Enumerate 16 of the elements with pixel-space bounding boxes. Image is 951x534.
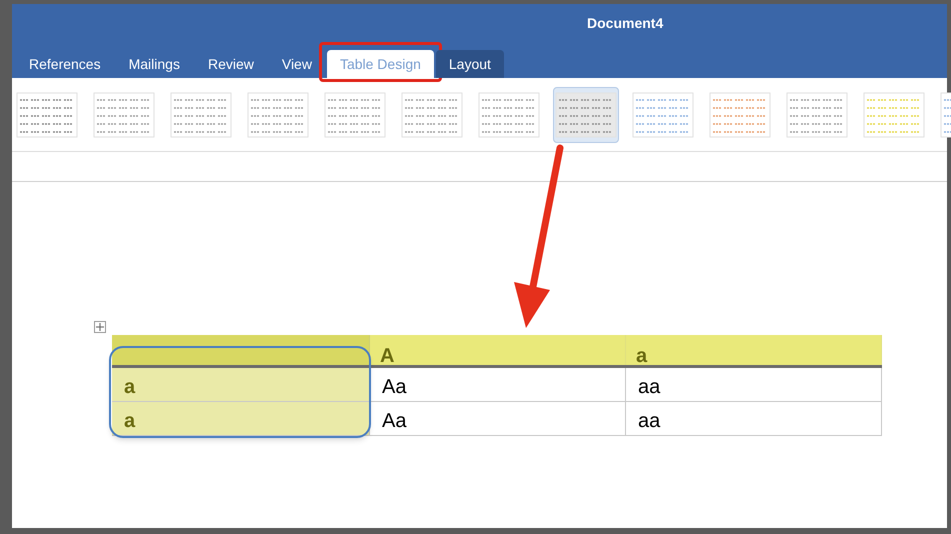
ribbon-tab[interactable]: Mailings xyxy=(116,50,193,78)
table-move-handle-icon[interactable] xyxy=(94,321,106,333)
table-style-thumbnail[interactable] xyxy=(553,86,619,142)
ribbon-tab[interactable]: References xyxy=(16,50,114,78)
table-cell: a xyxy=(112,368,370,401)
table-cell: Aa xyxy=(370,368,626,401)
ribbon-tab[interactable]: Review xyxy=(194,50,267,78)
window-title: Document4 xyxy=(587,14,664,32)
table-cell: a xyxy=(112,402,370,435)
table-cell: aa xyxy=(626,368,882,401)
table-cell: aa xyxy=(626,402,882,435)
ribbon-tab[interactable]: Layout xyxy=(436,50,504,78)
table-header-cell: A xyxy=(370,335,626,365)
table-header-cell: a xyxy=(626,335,882,365)
ribbon-tab[interactable]: View xyxy=(268,50,325,78)
table-cell: Aa xyxy=(370,402,626,435)
